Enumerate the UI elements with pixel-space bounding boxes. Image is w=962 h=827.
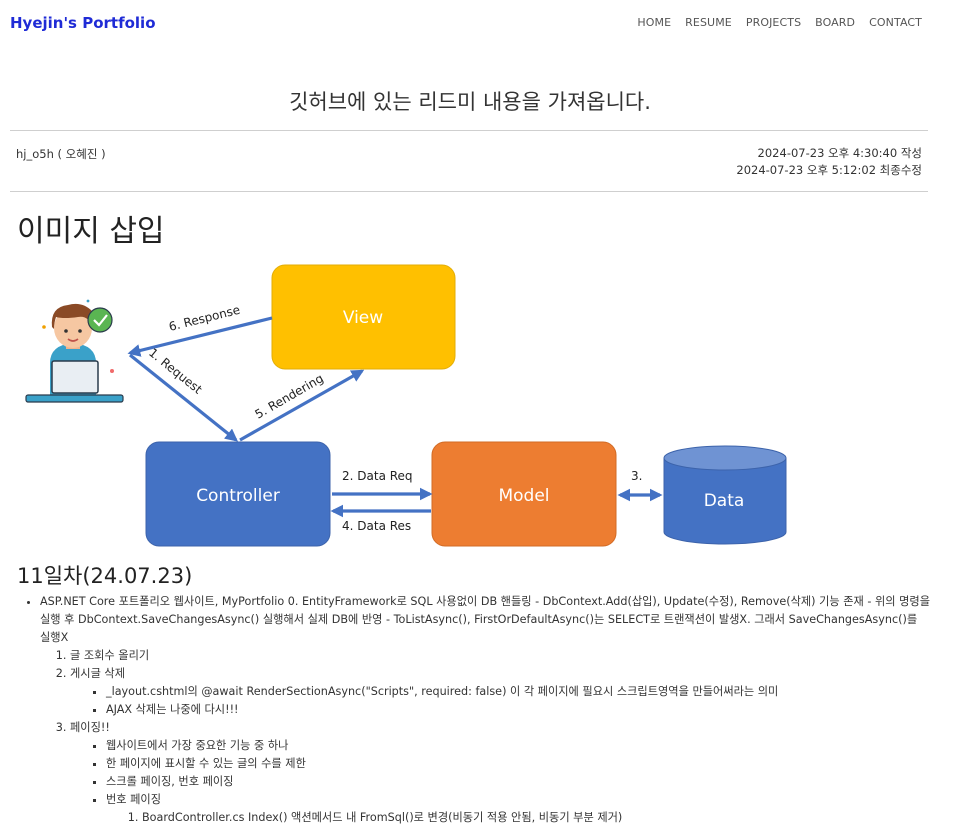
- mvc-diagram: View Controller Model Data 6. Response 1…: [25, 264, 787, 547]
- model-label: Model: [498, 486, 549, 506]
- section-heading-day: 11일차(24.07.23): [17, 564, 193, 588]
- nav-resume[interactable]: RESUME: [685, 16, 732, 29]
- sub-list: 웹사이트에서 가장 중요한 기능 중 하나 한 페이지에 표시할 수 있는 글의…: [70, 737, 930, 827]
- data-label: Data: [704, 491, 745, 511]
- post-created-date: 2024-07-23 오후 4:30:40 작성: [757, 146, 922, 160]
- list-item: 번호 페이징 BoardController.cs Index() 액션메서드 …: [106, 791, 930, 827]
- post-modified-date: 2024-07-23 오후 5:12:02 최종수정: [736, 163, 922, 177]
- nav-contact[interactable]: CONTACT: [869, 16, 922, 29]
- list-item: 스크롤 페이징, 번호 페이징: [106, 773, 930, 791]
- list-item-text: 게시글 삭제: [70, 667, 126, 680]
- nav-projects[interactable]: PROJECTS: [746, 16, 801, 29]
- divider-bottom: [10, 191, 928, 192]
- post-dates: 2024-07-23 오후 4:30:40 작성 2024-07-23 오후 5…: [736, 145, 922, 179]
- list-item: 웹사이트에서 가장 중요한 기능 중 하나: [106, 737, 930, 755]
- list-item-text: 페이징!!: [70, 721, 110, 734]
- ordered-list: 글 조회수 올리기 게시글 삭제 _layout.cshtml의 @await …: [40, 647, 930, 827]
- post-title: 깃허브에 있는 리드미 내용을 가져옵니다.: [289, 90, 651, 114]
- list-item: 글 조회수 올리기: [70, 647, 930, 665]
- developer-icon: [25, 278, 124, 403]
- divider-top: [10, 130, 928, 131]
- section-heading-image: 이미지 삽입: [17, 214, 165, 249]
- post-content: ASP.NET Core 포트폴리오 웹사이트, MyPortfolio 0. …: [0, 593, 930, 827]
- nav-menu: HOME RESUME PROJECTS BOARD CONTACT: [637, 16, 922, 29]
- list-item: _layout.cshtml의 @await RenderSectionAsyn…: [106, 683, 930, 701]
- list-item: 한 페이지에 표시할 수 있는 글의 수를 제한: [106, 755, 930, 773]
- post-author: hj_o5h ( 오혜진 ): [16, 147, 106, 161]
- label-three: 3.: [631, 469, 642, 483]
- sub-list: _layout.cshtml의 @await RenderSectionAsyn…: [70, 683, 930, 719]
- nav-home[interactable]: HOME: [637, 16, 671, 29]
- controller-label: Controller: [196, 486, 280, 506]
- list-item: ASP.NET Core 포트폴리오 웹사이트, MyPortfolio 0. …: [40, 593, 930, 827]
- label-data-res: 4. Data Res: [342, 519, 411, 533]
- list-item: 게시글 삭제 _layout.cshtml의 @await RenderSect…: [70, 665, 930, 719]
- view-label: View: [343, 308, 383, 328]
- list-item-text: ASP.NET Core 포트폴리오 웹사이트, MyPortfolio 0. …: [40, 595, 930, 644]
- sub-ordered-list: BoardController.cs Index() 액션메서드 내 FromS…: [106, 809, 930, 827]
- label-request: 1. Request: [146, 345, 205, 396]
- list-item: AJAX 삭제는 나중에 다시!!!: [106, 701, 930, 719]
- nav-board[interactable]: BOARD: [815, 16, 855, 29]
- list-item: BoardController.cs Index() 액션메서드 내 FromS…: [142, 809, 930, 827]
- brand-link[interactable]: Hyejin's Portfolio: [10, 14, 156, 32]
- content-list: ASP.NET Core 포트폴리오 웹사이트, MyPortfolio 0. …: [0, 593, 930, 827]
- list-item: 페이징!! 웹사이트에서 가장 중요한 기능 중 하나 한 페이지에 표시할 수…: [70, 719, 930, 827]
- navbar: Hyejin's Portfolio HOME RESUME PROJECTS …: [0, 0, 962, 48]
- list-item-text: 번호 페이징: [106, 793, 162, 806]
- label-data-req: 2. Data Req: [342, 469, 413, 483]
